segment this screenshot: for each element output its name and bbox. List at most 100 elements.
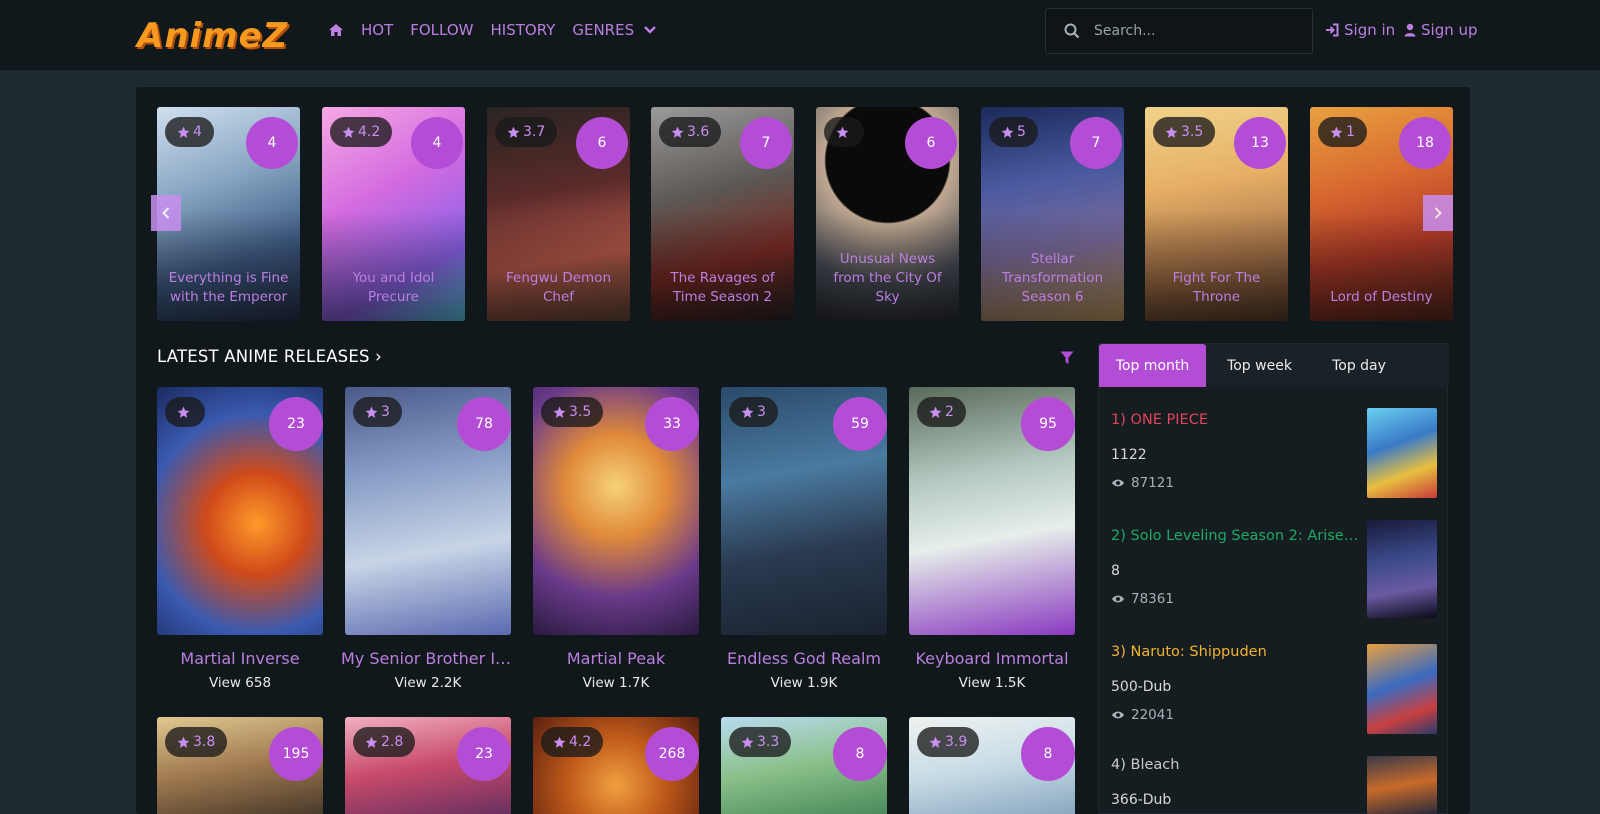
search-input[interactable] [1094,23,1294,39]
section-title-latest[interactable]: LATEST ANIME RELEASES › [157,347,382,366]
search-box [1045,8,1313,54]
rating-badge: 4.2 [541,727,604,757]
rating-badge [165,397,205,427]
tab-top-month[interactable]: Top month [1099,344,1206,387]
filter-icon[interactable] [1060,350,1074,369]
user-icon [1404,23,1416,37]
episode-count-badge: 18 [1399,117,1451,169]
carousel-card[interactable]: 3.6 7 The Ravages of Time Season 2 [651,107,794,321]
anime-title[interactable]: Keyboard Immortal [905,649,1079,668]
top-item-title[interactable]: 1) ONE PIECE [1111,412,1361,428]
carousel-card[interactable]: 5 7 Stellar Transformation Season 6 [981,107,1124,321]
star-icon [1001,126,1014,138]
episode-count-badge: 8 [1021,727,1075,781]
sign-in-label: Sign in [1344,21,1396,39]
star-icon [836,126,849,138]
sign-in-link[interactable]: Sign in [1325,18,1395,42]
nav-history[interactable]: HISTORY [491,21,556,39]
top-item-title[interactable]: 2) Solo Leveling Season 2: Arise fro... [1111,528,1361,544]
carousel-next-button[interactable] [1423,195,1453,231]
anime-title[interactable]: My Senior Brother Is ... [341,649,515,668]
rating-badge: 3.9 [917,727,980,757]
top-ranking-panel: Top month Top week Top day 1) ONE PIECE … [1098,343,1449,814]
star-icon [671,126,684,138]
anime-title: Fight For The Throne [1172,270,1261,305]
section-title-text: LATEST ANIME RELEASES [157,347,370,366]
anime-card[interactable]: 23 [157,387,323,635]
top-navbar: AnimeZ HOT FOLLOW HISTORY GENRES Sign in… [0,0,1600,70]
episode-count-badge: 7 [740,117,792,169]
anime-title: Stellar Transformation Season 6 [1001,251,1104,305]
view-count: View 1.7K [582,675,650,691]
rating-badge: 3.5 [541,397,604,427]
top-item-thumbnail[interactable] [1367,756,1437,814]
top-item-title[interactable]: 3) Naruto: Shippuden [1111,644,1361,660]
nav-genres[interactable]: GENRES [572,21,657,39]
chevron-down-icon [644,26,656,34]
episode-count-badge: 23 [457,727,511,781]
star-icon [365,406,378,418]
rating-badge: 1 [1318,117,1367,147]
view-count: View 2.2K [394,675,462,691]
carousel-card[interactable]: 6 Unusual News from the City Of Sky [816,107,959,321]
sign-up-link[interactable]: Sign up [1404,18,1478,42]
anime-title: Unusual News from the City Of Sky [833,251,942,305]
anime-card[interactable]: 3.3 8 [721,717,887,814]
star-icon [365,736,378,748]
carousel-card[interactable]: 4.2 4 You and Idol Precure [322,107,465,321]
anime-card[interactable]: 3.9 8 [909,717,1075,814]
anime-title: Lord of Destiny [1330,289,1433,305]
rating-badge: 3.5 [1153,117,1216,147]
search-icon[interactable] [1064,23,1080,39]
view-count: View 658 [208,675,272,691]
carousel-card[interactable]: 3.7 6 Fengwu Demon Chef [487,107,630,321]
site-logo[interactable]: AnimeZ [137,14,288,58]
rating-badge: 2 [917,397,966,427]
episode-count-badge: 6 [576,117,628,169]
episode-count-badge: 13 [1234,117,1286,169]
top-item-thumbnail[interactable] [1367,408,1437,498]
anime-title[interactable]: Endless God Realm [717,649,891,668]
anime-title: Fengwu Demon Chef [505,270,611,305]
anime-title[interactable]: Martial Peak [529,649,703,668]
anime-card[interactable]: 3 78 [345,387,511,635]
anime-card[interactable]: 3.5 33 [533,387,699,635]
top-item-thumbnail[interactable] [1367,520,1437,618]
star-icon [741,736,754,748]
carousel-prev-button[interactable] [151,195,181,231]
anime-card[interactable]: 3.8 195 [157,717,323,814]
eye-icon [1112,595,1124,603]
anime-card[interactable]: 2 95 [909,387,1075,635]
top-item-thumbnail[interactable] [1367,644,1437,734]
tab-top-day[interactable]: Top day [1309,344,1409,387]
rating-badge: 3 [353,397,402,427]
anime-title[interactable]: Martial Inverse [153,649,327,668]
view-count: View 1.5K [958,675,1026,691]
anime-card[interactable]: 2.8 23 [345,717,511,814]
top-item-episode: 1122 [1111,447,1147,463]
featured-carousel: 4 4 Everything is Fine with the Emperor … [157,107,1453,321]
star-icon [507,126,520,138]
episode-count-badge: 95 [1021,397,1075,451]
star-icon [177,736,190,748]
anime-card[interactable]: 3 59 [721,387,887,635]
top-item-views: 87121 [1111,475,1174,491]
rating-badge: 3.6 [659,117,722,147]
anime-card[interactable]: 4.2 268 [533,717,699,814]
episode-count-badge: 8 [833,727,887,781]
episode-count-badge: 33 [645,397,699,451]
rating-badge [824,117,864,147]
main-nav: HOT FOLLOW HISTORY GENRES [328,18,657,42]
rating-badge: 3.8 [165,727,228,757]
top-item-title[interactable]: 4) Bleach [1111,757,1361,773]
nav-follow[interactable]: FOLLOW [410,21,473,39]
rating-badge: 2.8 [353,727,416,757]
carousel-card[interactable]: 3.5 13 Fight For The Throne [1145,107,1288,321]
nav-hot[interactable]: HOT [361,21,393,39]
top-item-episode: 500-Dub [1111,679,1172,695]
star-icon [741,406,754,418]
home-icon[interactable] [328,23,344,37]
tab-top-week[interactable]: Top week [1206,344,1313,387]
rating-badge: 4 [165,117,214,147]
episode-count-badge: 195 [269,727,323,781]
